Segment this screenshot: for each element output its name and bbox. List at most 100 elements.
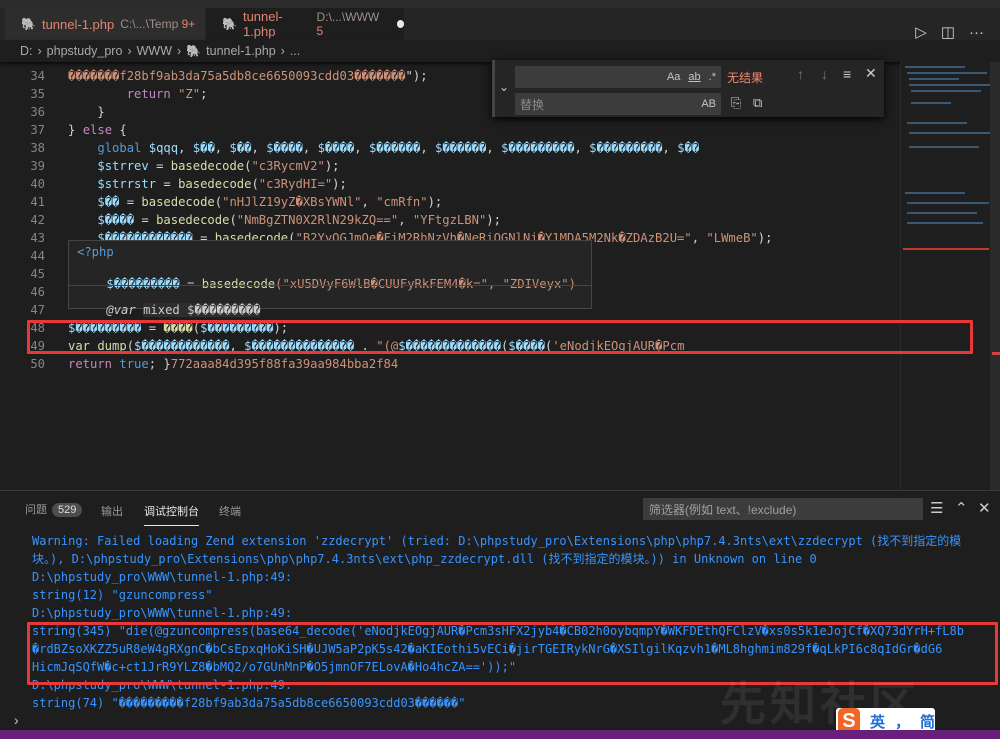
ime-mode[interactable]: 英 [870,711,885,732]
console-prompt-icon[interactable]: › [14,712,19,728]
code-token: , [574,141,590,155]
code-line[interactable]: 38 global $qqq, $��, $��, $����, $����, … [0,139,900,157]
code-token: ; [200,87,208,101]
editor-scrollbar[interactable] [990,62,1000,490]
php-file-icon: 🐘 [186,44,202,58]
minimap[interactable] [900,62,991,490]
line-number: 38 [30,141,45,155]
tab-problems[interactable]: 问题 529 [25,501,83,517]
code-token: , [178,141,193,155]
regex-toggle[interactable]: .* [709,71,716,83]
code-token: "YFtgzLBN" [412,213,487,227]
more-actions-icon[interactable]: ··· [969,24,984,41]
replace-all-icon[interactable]: ⧉ [753,95,762,111]
tab-label: 问题 [25,504,47,516]
toggle-replace-chevron-icon[interactable]: ⌄ [499,80,509,94]
line-code: } else { [68,121,127,139]
code-token: $���� [317,141,355,155]
highlight-box-code [27,320,973,354]
code-token: , [662,141,678,155]
hover-args: ("xU5DVyF6WlB�CUUFyRkFEM4�k=", "ZDIVeyx"… [275,277,576,291]
code-token: $�� [192,141,215,155]
code-token: $���� [97,213,135,227]
find-input[interactable]: Aa ab .* [515,66,721,88]
code-line[interactable]: 42 $���� = basedecode("NmBgZTN0X2RlN29kZ… [0,211,900,229]
code-line[interactable]: 37} else { [0,121,900,139]
breadcrumb-folder[interactable]: WWW [137,44,172,58]
breadcrumb-drive[interactable]: D: [20,44,33,58]
code-token: , [361,195,377,209]
filter-input[interactable]: 筛选器(例如 text、!exclude) [643,498,923,520]
code-token: = [156,177,179,191]
clear-console-icon[interactable]: ☰ [930,499,943,517]
code-token: basedecode [141,195,215,209]
preserve-case-toggle[interactable]: AB [701,98,716,110]
code-token: ); [757,231,773,245]
code-line[interactable]: 39 $strrev = basedecode("c3RycmV2"); [0,157,900,175]
php-file-icon: 🐘 [21,17,36,31]
line-number: 50 [30,357,45,371]
hover-doc-type: mixed [143,303,180,317]
code-token: ); [427,195,443,209]
code-line[interactable]: 50 return true; }772aaa84d395f88fa39aa984… [0,355,900,373]
ime-script[interactable]: 简 [920,711,935,732]
tab-terminal[interactable]: 终端 [219,503,241,519]
find-in-selection-icon[interactable]: ≡ [843,66,851,82]
code-token: $��������� [501,141,575,155]
breadcrumb-folder[interactable]: phpstudy_pro [47,44,123,58]
code-token: return [68,357,113,371]
line-number: 43 [30,231,45,245]
code-token: $������ [368,141,421,155]
tab-debug-console[interactable]: 调试控制台 [144,503,199,526]
code-token: , [486,141,502,155]
code-token: "nHJlZ19yZ�XBsYWNl" [222,195,362,209]
chevron-right-icon: › [127,44,132,58]
code-token: $���� [266,141,303,155]
code-token: "LWmeB" [706,231,758,245]
line-number: 39 [30,159,45,173]
code-token: , [251,141,267,155]
whole-word-toggle[interactable]: ab [688,71,700,83]
tab-tunnel-temp[interactable]: 🐘 tunnel-1.php C:\...\Temp 9+ [5,8,205,40]
line-number: 34 [30,69,45,83]
console-line: D:\phpstudy_pro\WWW\tunnel-1.php:49: [32,606,293,620]
previous-match-icon[interactable]: ↑ [797,66,804,82]
close-icon[interactable]: ✕ [865,65,877,82]
line-number: 45 [30,267,45,281]
code-token: ; } [148,357,171,371]
ime-punct[interactable]: ， [895,711,910,732]
match-case-toggle[interactable]: Aa [667,71,680,83]
line-number: 42 [30,213,45,227]
replace-icon[interactable]: ⎘ [731,95,741,111]
code-line[interactable]: 41 $�� = basedecode("nHJlZ19yZ�XBsYWNl",… [0,193,900,211]
tab-path: C:\...\Temp [120,17,179,31]
close-panel-icon[interactable]: ✕ [978,499,991,517]
run-debug-icon[interactable]: ▷ [915,23,927,41]
code-token: global [97,141,142,155]
line-code: $strrev = basedecode("c3RycmV2"); [68,157,340,175]
code-token: $qqq [148,141,179,155]
find-result-count: 无结果 [727,71,764,85]
title-strip [0,0,1000,8]
code-token: ( [229,213,237,227]
tab-output[interactable]: 输出 [101,503,123,519]
replace-input[interactable]: 替换 AB [515,93,721,115]
code-line[interactable]: 40 $strrstr = basedecode("c3RydHI="); [0,175,900,193]
breadcrumb-file[interactable]: tunnel-1.php [206,44,276,58]
code-token: ); [324,159,340,173]
unsaved-dot-icon[interactable] [396,20,404,28]
next-match-icon[interactable]: ↓ [821,66,828,82]
line-number: 41 [30,195,45,209]
line-code: return true; }772aaa84d395f88fa39aa984bb… [68,355,398,373]
line-code: $���� = basedecode("NmBgZTN0X2RlN29kZQ==… [68,211,501,229]
split-editor-icon[interactable]: ◫ [941,23,955,41]
problem-count-badge: 529 [52,503,83,517]
breadcrumb-symbol[interactable]: ... [290,44,300,58]
line-code: $�� = basedecode("nHJlZ19yZ�XBsYWNl", "c… [68,193,442,211]
tab-tunnel-www[interactable]: 🐘 tunnel-1.php D:\...\WWW 5 [206,8,404,40]
code-token: $strrstr [97,177,157,191]
code-token: 772aaa84d395f88fa39aa984bba2f84 [170,357,399,371]
maximize-panel-icon[interactable]: ⌃ [955,499,968,517]
console-line: D:\phpstudy_pro\WWW\tunnel-1.php:49: [32,570,293,584]
